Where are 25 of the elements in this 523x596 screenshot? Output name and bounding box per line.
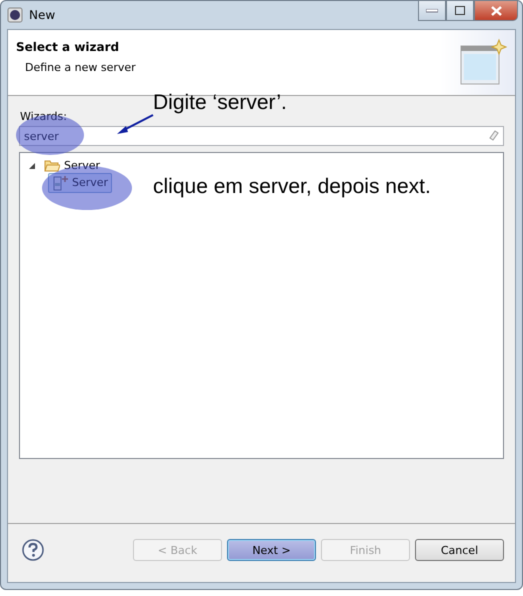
annotation-text: Digite ‘server’. (153, 91, 287, 115)
tree-item[interactable]: Server (40, 157, 104, 174)
search-field[interactable]: server (19, 126, 504, 146)
collapse-arrow-icon[interactable] (28, 162, 36, 170)
wizard-title: Select a wizard (16, 40, 120, 54)
server-icon (52, 174, 68, 190)
close-button[interactable] (474, 0, 518, 21)
annotation-text: clique em server, depois next. (153, 175, 431, 199)
pointer-arrow (116, 113, 154, 135)
dialog-button[interactable]: Cancel (415, 539, 504, 561)
minimize-button[interactable] (418, 0, 446, 21)
maximize-icon (455, 6, 465, 15)
close-icon (490, 6, 502, 16)
window-title: New (29, 8, 56, 22)
tree-item[interactable]: Server (48, 172, 112, 192)
dialog-button[interactable]: Next > (227, 539, 316, 561)
wizards-label: Wizards: (20, 110, 68, 123)
wizard-banner-icon (459, 38, 507, 86)
help-icon[interactable] (22, 539, 44, 561)
minimize-icon (426, 8, 438, 12)
clear-icon (489, 130, 499, 141)
folder-icon (44, 159, 60, 172)
app-icon (7, 7, 23, 23)
maximize-button[interactable] (446, 0, 474, 21)
wizard-description: Define a new server (25, 61, 136, 74)
